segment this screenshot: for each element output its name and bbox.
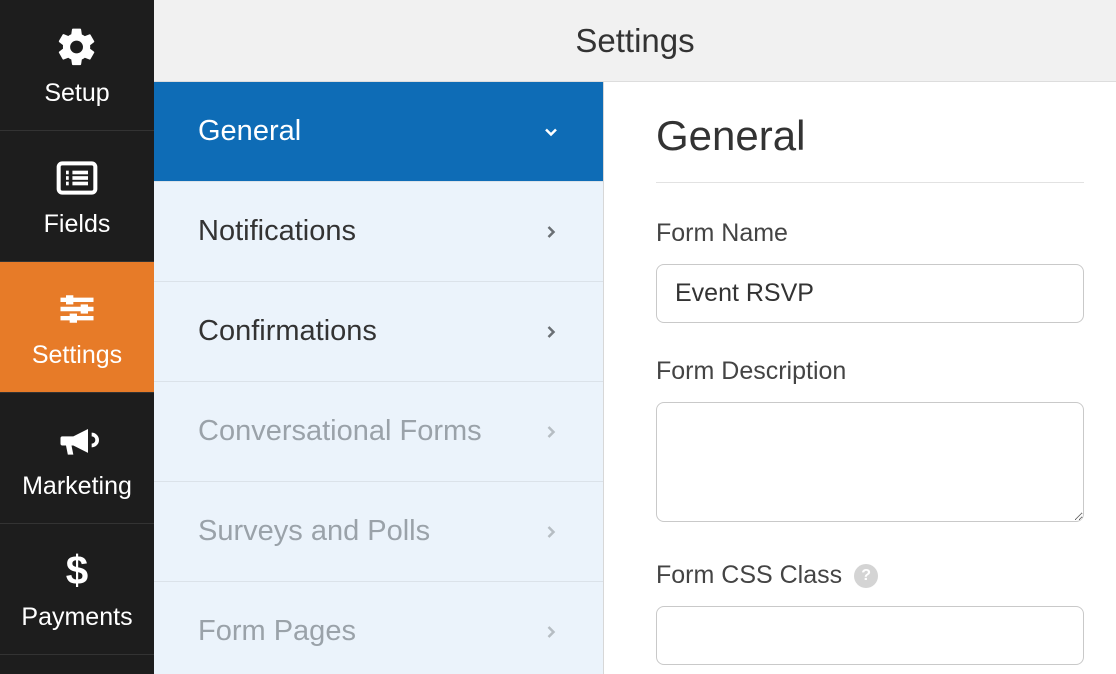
help-icon[interactable]: ? (854, 564, 878, 588)
left-nav: Setup Fields Settings Marketing $ (0, 0, 154, 674)
gear-icon (53, 23, 101, 71)
settings-item-label: Notifications (198, 215, 356, 248)
content-pane: General Form Name Form Description Form … (604, 82, 1116, 674)
form-description-textarea[interactable] (656, 402, 1084, 522)
field-label: Form Name (656, 219, 1084, 248)
settings-sub-panel[interactable]: General Notifications Confirmations Conv… (154, 82, 604, 674)
chevron-right-icon (539, 620, 563, 644)
settings-item-label: Conversational Forms (198, 415, 482, 448)
field-form-css-class: Form CSS Class ? (656, 561, 1084, 665)
sliders-icon (53, 285, 101, 333)
settings-item-label: Form Pages (198, 615, 356, 648)
settings-item-label: Confirmations (198, 315, 377, 348)
nav-label: Setup (44, 79, 109, 108)
field-label: Form CSS Class ? (656, 561, 1084, 590)
chevron-right-icon (539, 420, 563, 444)
settings-item-general[interactable]: General (154, 82, 603, 182)
page-title: Settings (575, 22, 694, 60)
field-label: Form Description (656, 357, 1084, 386)
svg-text:$: $ (66, 549, 88, 593)
settings-item-conversational-forms[interactable]: Conversational Forms (154, 382, 603, 482)
settings-item-notifications[interactable]: Notifications (154, 182, 603, 282)
settings-item-label: Surveys and Polls (198, 515, 430, 548)
nav-settings[interactable]: Settings (0, 262, 154, 393)
form-css-class-input[interactable] (656, 606, 1084, 665)
chevron-down-icon (539, 120, 563, 144)
form-name-input[interactable] (656, 264, 1084, 323)
body-area: General Notifications Confirmations Conv… (154, 82, 1116, 674)
nav-payments[interactable]: $ Payments (0, 524, 154, 655)
field-label-text: Form CSS Class (656, 561, 842, 590)
settings-item-confirmations[interactable]: Confirmations (154, 282, 603, 382)
dollar-icon: $ (53, 547, 101, 595)
nav-label: Settings (32, 341, 122, 370)
nav-label: Marketing (22, 472, 132, 501)
chevron-right-icon (539, 220, 563, 244)
top-bar: Settings (154, 0, 1116, 82)
settings-item-surveys-polls[interactable]: Surveys and Polls (154, 482, 603, 582)
nav-setup[interactable]: Setup (0, 0, 154, 131)
field-form-description: Form Description (656, 357, 1084, 527)
list-icon (53, 154, 101, 202)
field-form-name: Form Name (656, 219, 1084, 323)
chevron-right-icon (539, 320, 563, 344)
nav-marketing[interactable]: Marketing (0, 393, 154, 524)
nav-label: Fields (44, 210, 111, 239)
settings-item-label: General (198, 115, 301, 148)
content-heading: General (656, 112, 1084, 183)
chevron-right-icon (539, 520, 563, 544)
bullhorn-icon (53, 416, 101, 464)
nav-label: Payments (21, 603, 132, 632)
nav-fields[interactable]: Fields (0, 131, 154, 262)
settings-item-form-pages[interactable]: Form Pages (154, 582, 603, 674)
main-area: Settings General Notifications Confirmat… (154, 0, 1116, 674)
